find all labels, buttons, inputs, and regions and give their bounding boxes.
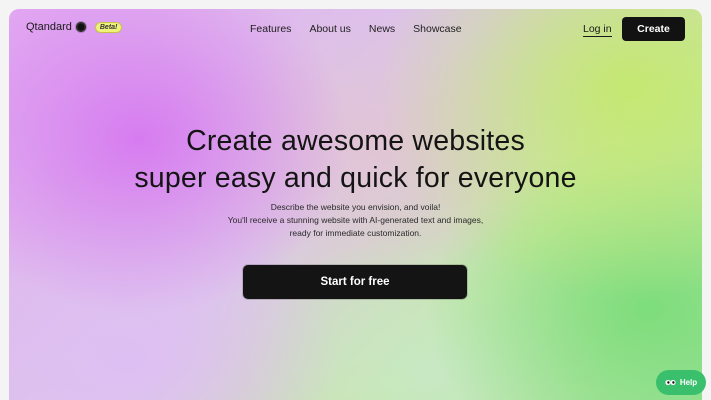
login-link[interactable]: Log in [583, 23, 612, 37]
headline-line-1: Create awesome websites [186, 125, 525, 157]
help-button[interactable]: Help [656, 370, 706, 395]
logo[interactable]: Qtandard Beta! [26, 21, 123, 33]
hero-headline: Create awesome websites super easy and q… [9, 123, 702, 197]
nav-item-news[interactable]: News [369, 23, 395, 35]
nav-item-features[interactable]: Features [250, 23, 291, 35]
site-header: Qtandard Beta! Features About us News Sh… [9, 9, 702, 49]
beta-badge: Beta! [94, 21, 123, 33]
create-button[interactable]: Create [622, 17, 685, 41]
logo-mark-icon [75, 22, 86, 32]
headline-line-2: super easy and quick for everyone [134, 162, 577, 194]
logo-text: Qtandard [26, 21, 72, 33]
help-label: Help [679, 378, 698, 387]
subtitle-line-3: ready for immediate customization. [289, 228, 422, 238]
subtitle-line-2: You'll receive a stunning website with A… [227, 215, 484, 225]
start-for-free-button[interactable]: Start for free [243, 265, 467, 299]
hero-subtitle: Describe the website you envision, and v… [9, 201, 702, 240]
main-nav: Features About us News Showcase [250, 23, 462, 35]
page-frame: Qtandard Beta! Features About us News Sh… [9, 9, 702, 400]
nav-item-about-us[interactable]: About us [309, 23, 350, 35]
eyes-icon [665, 379, 676, 386]
nav-item-showcase[interactable]: Showcase [413, 23, 461, 35]
subtitle-line-1: Describe the website you envision, and v… [270, 202, 441, 212]
